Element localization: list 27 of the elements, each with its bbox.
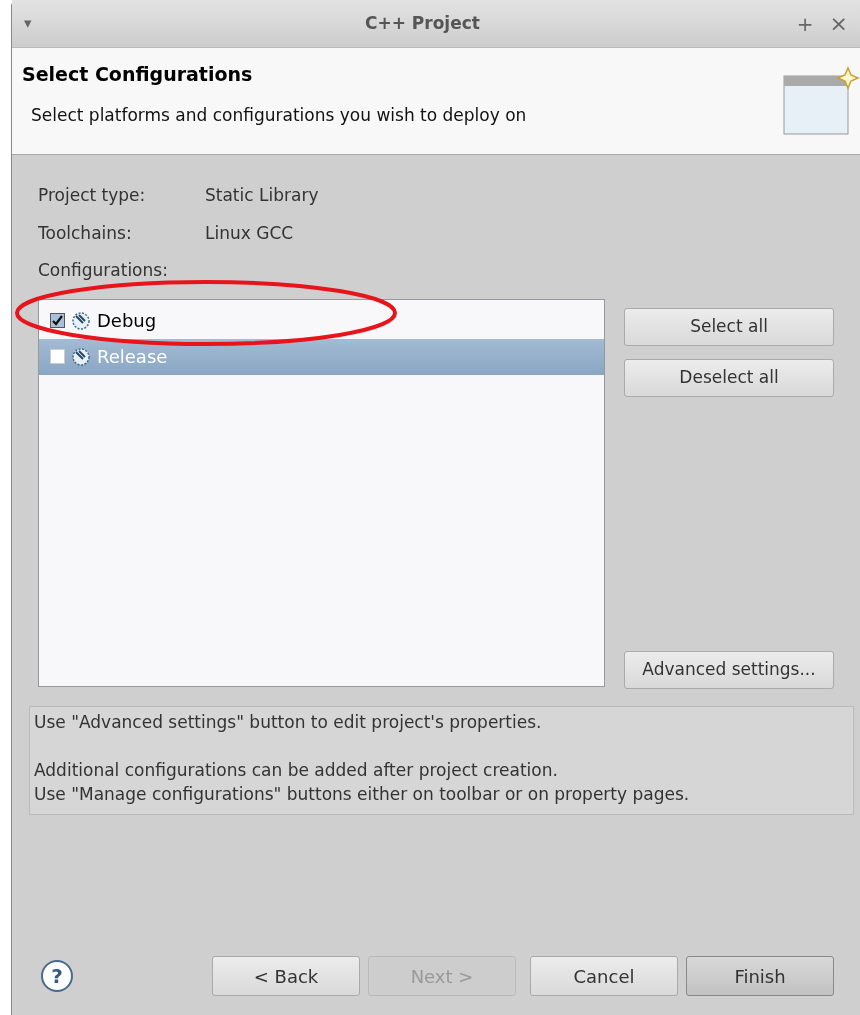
close-icon[interactable]: × [829, 7, 848, 40]
page-title: Select Configurations [22, 62, 254, 87]
window-title: C++ Project [363, 11, 481, 35]
wizard-button[interactable]: Finish [686, 956, 834, 996]
configuration-icon [71, 310, 91, 331]
configuration-icon [71, 346, 91, 367]
menu-icon[interactable]: ▾ [24, 12, 48, 35]
configuration-name: Debug [97, 309, 157, 333]
info-label: Toolchains: [38, 221, 133, 245]
list-button[interactable]: Select all [624, 307, 834, 346]
configuration-name: Release [97, 345, 168, 369]
configurations-label: Configurations: [38, 259, 169, 282]
info-value: Static Library [205, 184, 320, 207]
info-label: Project type: [38, 184, 147, 207]
wizard-button[interactable]: Cancel [530, 956, 678, 996]
help-icon[interactable]: ? [41, 960, 73, 992]
advanced-settings-button[interactable]: Advanced settings... [624, 650, 834, 689]
page-description: Select platforms and configurations you wish to deploy on [31, 103, 528, 127]
checkbox[interactable] [50, 313, 65, 328]
message-text: Additional configurations can be added after project creation. [34, 758, 559, 782]
message-text: Use "Manage configurations" buttons either on toolbar or on property pages. [34, 782, 691, 806]
configuration-row[interactable]: Debug [39, 302, 604, 339]
wizard-button[interactable]: < Back [212, 956, 360, 996]
maximize-icon[interactable]: + [796, 8, 814, 39]
info-value: Linux GCC [205, 221, 295, 245]
message-text: Use "Advanced settings" button to edit project's properties. [34, 710, 543, 734]
list-button[interactable]: Deselect all [624, 358, 834, 397]
